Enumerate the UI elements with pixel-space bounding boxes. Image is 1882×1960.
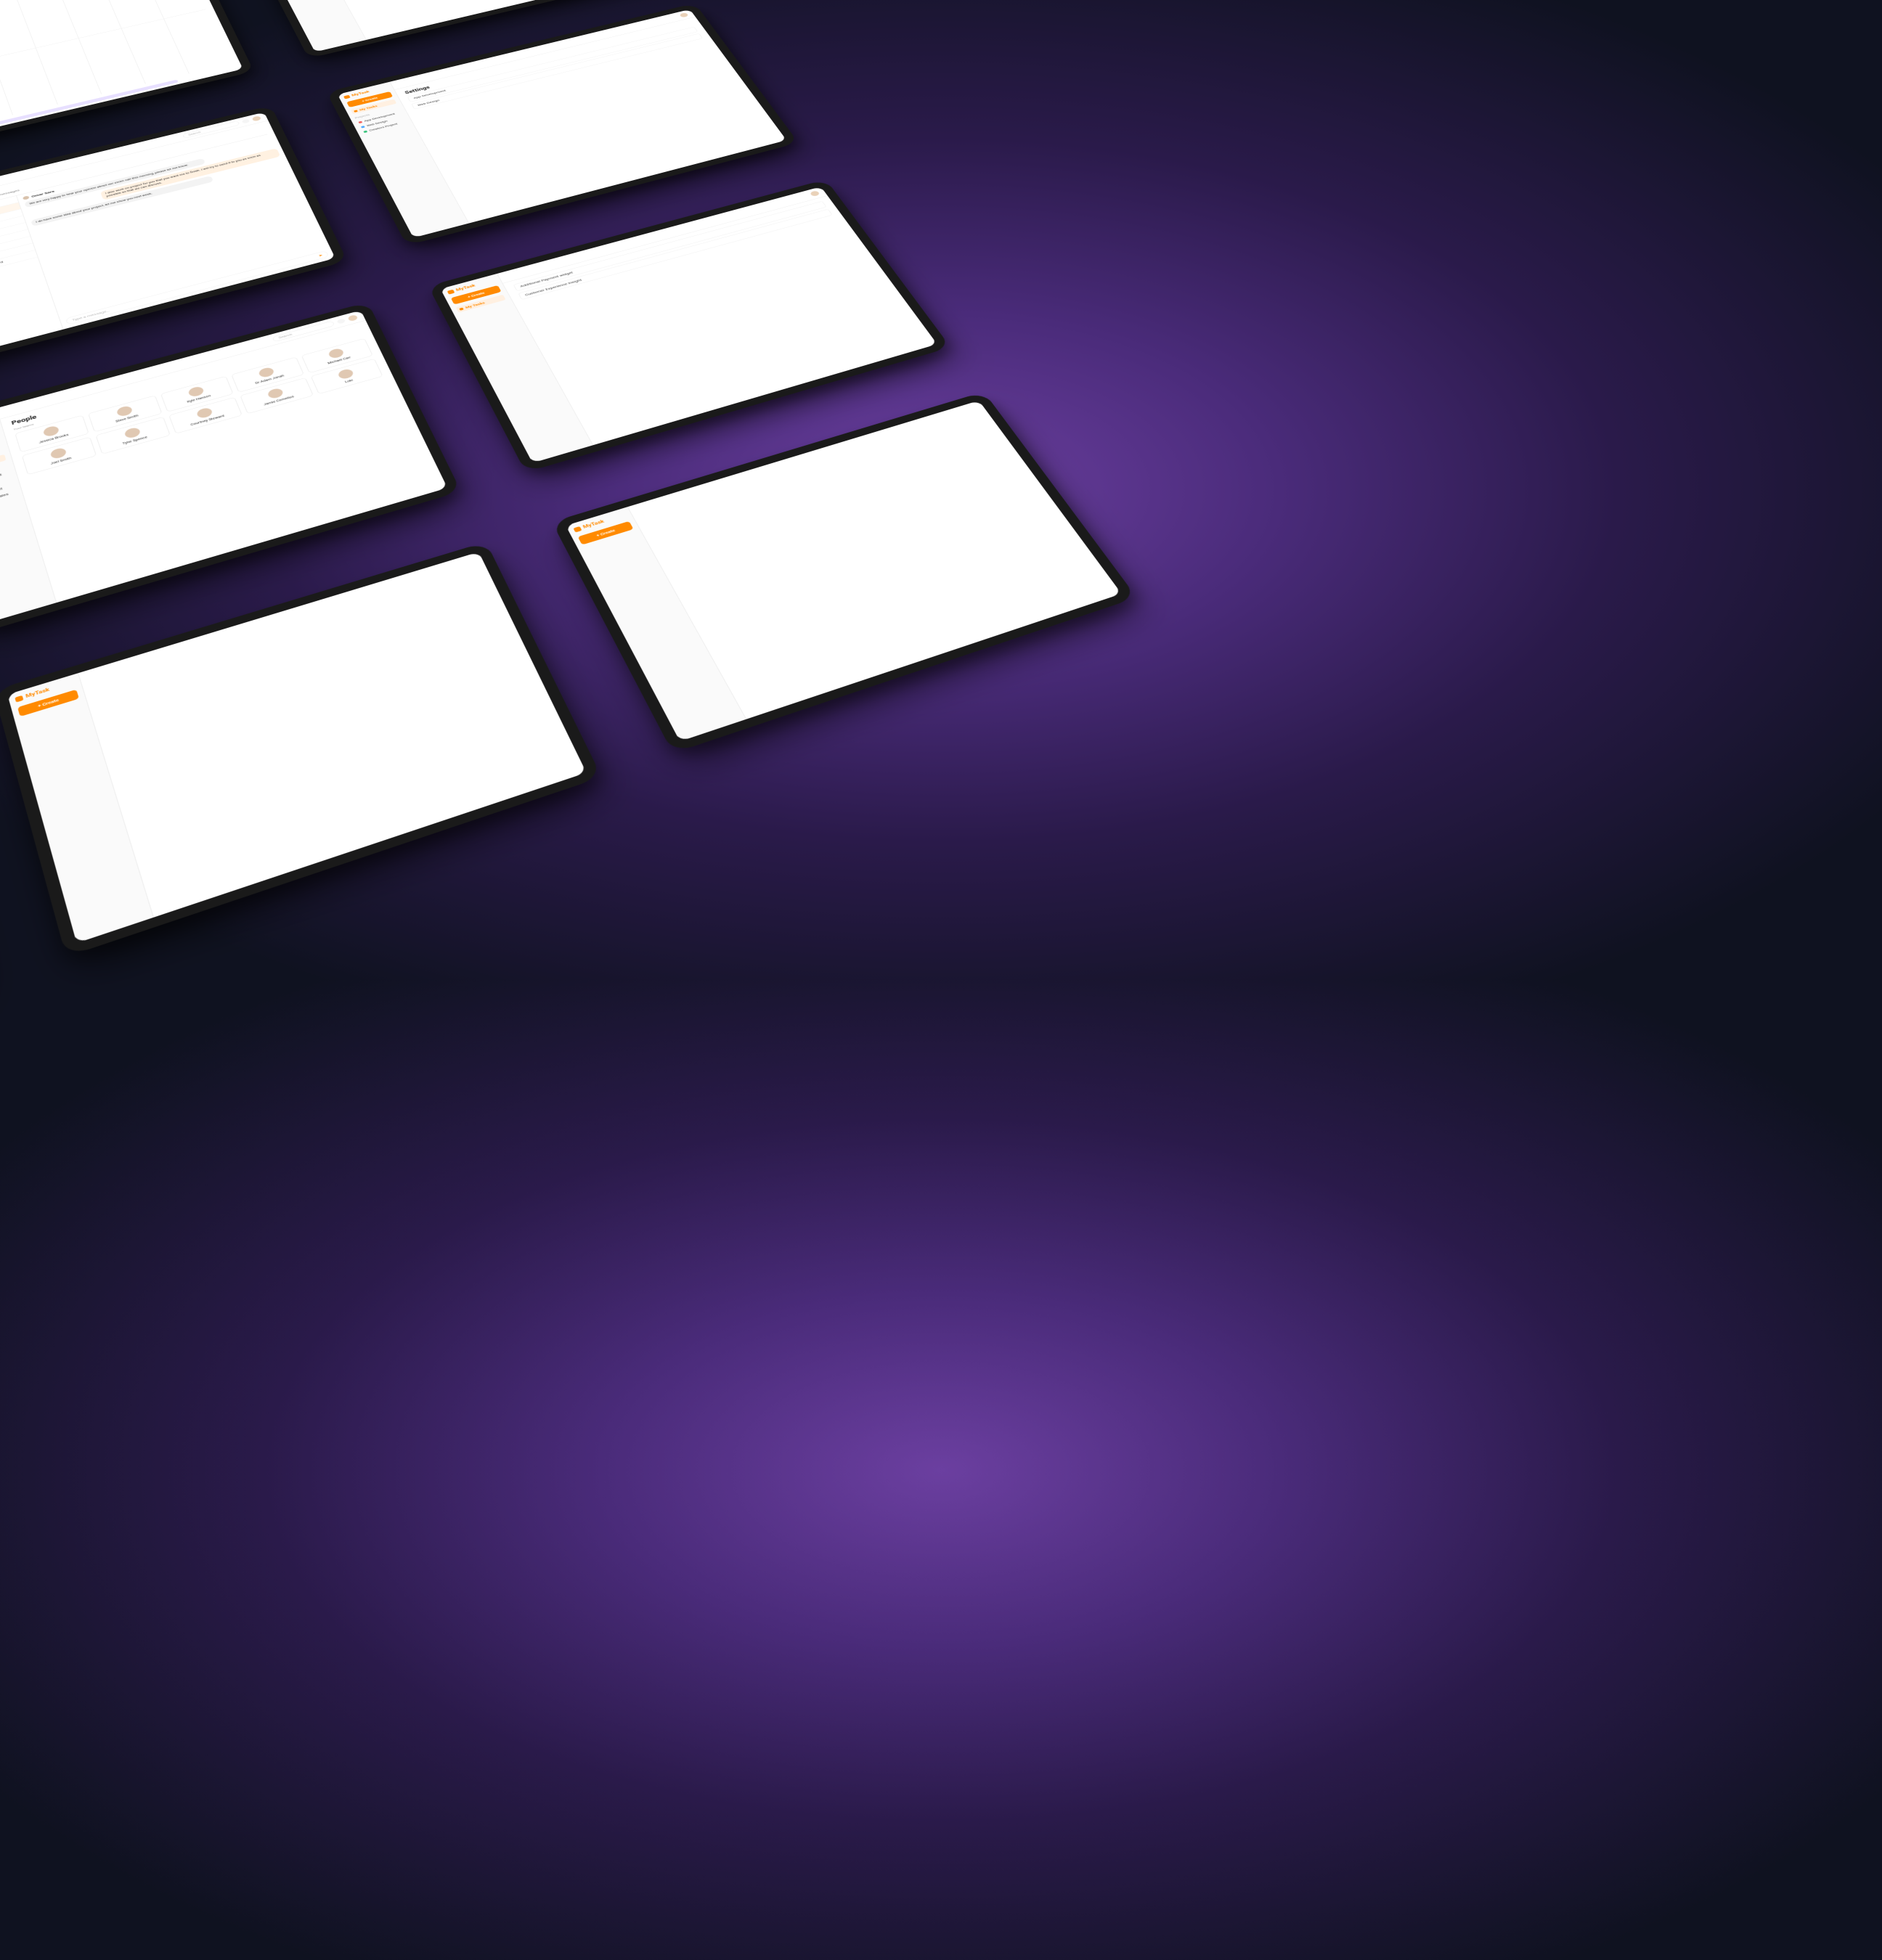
nav-people[interactable]: People xyxy=(0,454,7,475)
tab-project-msg[interactable]: Project messages xyxy=(0,189,20,202)
tablet-plain: MyTask + Create My Tasks Additional Paym… xyxy=(428,179,950,473)
tablet-course: MyTask + Create My Tasks Projects App De… xyxy=(241,0,672,58)
tablet-people-grid: MyTask + Create Home My Tasks Inbox Peop… xyxy=(0,302,461,634)
tablet-inbox: MyTask + Create Home My Tasks Inbox Repo… xyxy=(0,105,348,376)
person-card[interactable]: Jessica Brooks xyxy=(15,415,89,453)
send-icon[interactable]: ➤ xyxy=(318,253,323,257)
chat-message: I also work on project for you that you … xyxy=(100,148,281,200)
chat-message: We are very happy to hear your opinion a… xyxy=(24,158,205,208)
cal-event[interactable]: Dashboard Design xyxy=(0,79,179,142)
chat-panel: Omar Sara We are very happy to hear your… xyxy=(17,133,335,330)
tablet-calendar: MyTask + Create Home My Tasks Projects A… xyxy=(0,0,254,167)
inbox-item[interactable]: Joel Smith xyxy=(0,196,18,222)
tablet-settings: MyTask + Create My Tasks Projects App De… xyxy=(326,3,798,245)
inbox-list: Joel Smith Omar Sara Dr. Adam Steven Smi… xyxy=(0,196,63,351)
